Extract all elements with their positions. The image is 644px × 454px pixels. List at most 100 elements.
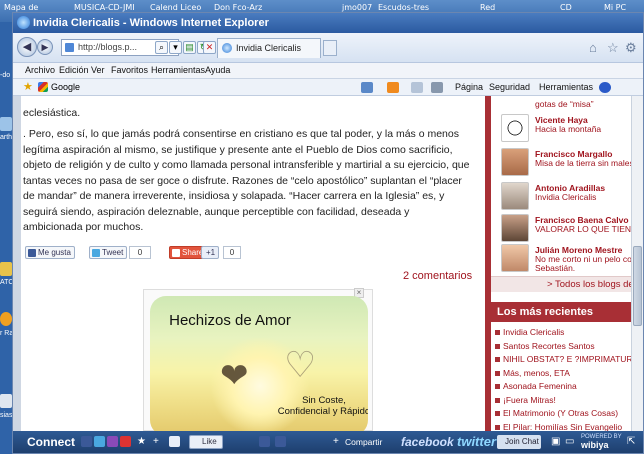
email-icon[interactable] <box>120 436 131 447</box>
window-icon[interactable]: ▭ <box>565 436 574 447</box>
menu-favoritos[interactable]: Favoritos <box>111 65 148 75</box>
add-icon[interactable]: + <box>153 436 159 447</box>
home-icon[interactable] <box>361 82 373 93</box>
blog-item[interactable]: Julián Moreno Mestre No me corto ni un p… <box>501 244 631 278</box>
share-plus-icon[interactable]: + <box>333 436 339 447</box>
compatibility-icon[interactable]: ▤ <box>183 41 196 54</box>
comments-link[interactable]: 2 comentarios <box>403 270 472 282</box>
security-menu[interactable]: Seguridad <box>489 82 530 92</box>
address-bar: ◀ ▶ http://blogs.p... ⌕ ▾ ▤ ↻ ✕ Invidia … <box>13 33 643 63</box>
blog-item[interactable]: Francisco Margallo Misa de la tierra sin… <box>501 148 631 182</box>
google-plus-button[interactable]: +1 <box>201 246 220 259</box>
print-icon[interactable] <box>431 82 443 93</box>
desktop-icon-label[interactable]: arth <box>0 134 12 141</box>
facebook-link[interactable]: facebook <box>401 435 454 449</box>
advertisement[interactable]: × ❤ ♡ Hechizos de Amor Sin Coste, Confid… <box>143 288 373 431</box>
like-button[interactable]: Like <box>189 435 223 449</box>
ad-subtitle: Sin Coste, Confidencial y Rápido <box>277 395 368 417</box>
list-item[interactable]: ¡Fuera Mitras! <box>493 394 631 408</box>
facebook-icon[interactable] <box>275 436 286 447</box>
vertical-scrollbar[interactable] <box>631 96 643 431</box>
stop-icon[interactable]: ✕ <box>203 41 216 54</box>
favorites-star-icon[interactable]: ☆ <box>607 40 619 56</box>
list-item[interactable]: Invidia Clericalis <box>493 326 631 340</box>
desktop-icon-label[interactable]: Red <box>480 3 495 12</box>
tweet-button[interactable]: Tweet <box>89 246 128 259</box>
list-item[interactable]: Santos Recortes Santos <box>493 340 631 354</box>
blog-item[interactable]: Antonio Aradillas Invidia Clericalis <box>501 182 631 216</box>
rss-icon[interactable] <box>387 82 399 93</box>
chat-icon[interactable]: ▣ <box>551 436 560 447</box>
forward-button[interactable]: ▶ <box>37 39 53 55</box>
article-text: eclesiástica. <box>23 107 81 119</box>
bookmark-icon[interactable] <box>169 436 180 447</box>
google-icon <box>38 82 48 92</box>
desktop-icon-label[interactable]: Mapa de <box>4 3 38 12</box>
desktop-icon-label[interactable]: Escudos-tres <box>378 3 429 12</box>
back-button[interactable]: ◀ <box>17 37 37 57</box>
blog-item[interactable]: Vicente Haya Hacia la montaña <box>501 114 631 148</box>
title-bar[interactable]: Invidia Clericalis - Windows Internet Ex… <box>13 13 643 33</box>
desktop-icon-label[interactable]: sias <box>0 412 12 419</box>
list-item[interactable]: Más, menos, ETA <box>493 367 631 381</box>
myspace-icon[interactable] <box>107 436 118 447</box>
facebook-icon[interactable] <box>259 436 270 447</box>
scrollbar-thumb[interactable] <box>633 246 642 326</box>
avatar <box>501 182 529 210</box>
list-item[interactable]: NIHIL OBSTAT? E ?IMPRIMATUR <box>493 353 631 367</box>
blog-post-link[interactable]: Hacia la montaña <box>535 125 601 134</box>
home-icon[interactable]: ⌂ <box>589 40 597 55</box>
all-blogs-link[interactable]: > Todos los blogs de <box>491 276 631 292</box>
wibiya-brand[interactable]: POWERED BY wibiya <box>581 434 622 450</box>
menu-ver[interactable]: Ver <box>91 65 105 75</box>
wibiya-toolbar: Connect ★ + Like + Compartir facebook tw… <box>13 431 643 453</box>
desktop-icon-label[interactable]: CD <box>560 3 572 12</box>
new-tab-button[interactable] <box>323 40 337 56</box>
star-icon[interactable]: ★ <box>137 436 146 447</box>
desktop-icon[interactable] <box>0 394 12 408</box>
blog-post-link[interactable]: Sebastián. <box>535 264 575 273</box>
blog-post-link[interactable]: gotas de “misa” <box>535 100 594 109</box>
favorite-google[interactable]: Google <box>51 82 80 92</box>
gplus-count: 0 <box>223 246 241 259</box>
favorites-star-icon[interactable]: ★ <box>23 80 33 93</box>
desktop-icon[interactable] <box>0 312 12 326</box>
help-icon[interactable] <box>599 82 611 93</box>
desktop-icon[interactable] <box>0 117 12 131</box>
collapse-icon[interactable]: ⇱ <box>627 436 635 447</box>
share-link[interactable]: Compartir <box>345 437 382 447</box>
ie-logo-icon <box>17 16 30 29</box>
desktop-icon-label[interactable]: Calend Liceo <box>150 3 201 12</box>
desktop-icon[interactable] <box>0 262 12 276</box>
desktop-icon-label[interactable]: Mi PC <box>604 3 626 12</box>
desktop-icon-label[interactable]: MUSICA-CD-JMI <box>74 3 135 12</box>
list-item[interactable]: El Matrimonio (Y Otras Cosas) <box>493 407 631 421</box>
menu-ayuda[interactable]: Ayuda <box>205 65 230 75</box>
mail-icon[interactable] <box>411 82 423 93</box>
gear-icon[interactable]: ⚙ <box>625 40 637 56</box>
dropdown-icon[interactable]: ▾ <box>169 41 182 54</box>
list-item[interactable]: El Pilar: Homilías Sin Evangelio <box>493 421 631 431</box>
facebook-icon[interactable] <box>81 436 92 447</box>
blog-post-link[interactable]: Misa de la tierra sin males <box>535 159 631 168</box>
twitter-link[interactable]: twitter <box>457 434 496 449</box>
desktop-icon-label[interactable]: -do <box>0 72 10 79</box>
page-menu[interactable]: Página <box>455 82 483 92</box>
desktop-icon-label[interactable]: Don Fco-Arz <box>214 3 262 12</box>
facebook-like-button[interactable]: Me gusta <box>25 246 75 259</box>
menu-herramientas[interactable]: Herramientas <box>151 65 205 75</box>
ad-image[interactable]: ❤ ♡ Hechizos de Amor Sin Coste, Confiden… <box>150 296 368 431</box>
menu-archivo[interactable]: Archivo <box>25 65 55 75</box>
menu-edicion[interactable]: Edición <box>59 65 89 75</box>
blog-item[interactable]: Francisco Baena Calvo VALORAR LO QUE TIE… <box>501 214 631 248</box>
tools-menu[interactable]: Herramientas <box>539 82 593 92</box>
blog-post-link[interactable]: Invidia Clericalis <box>535 193 596 202</box>
tab-invidia-clericalis[interactable]: Invidia Clericalis <box>217 38 321 58</box>
page-margin <box>13 96 21 431</box>
desktop-icon-label[interactable]: jmo007 <box>342 3 372 12</box>
list-item[interactable]: Asonada Femenina <box>493 380 631 394</box>
twitter-icon[interactable] <box>94 436 105 447</box>
join-chat-button[interactable]: Join Chat <box>497 435 541 449</box>
blog-post-link[interactable]: VALORAR LO QUE TIENES <box>535 225 631 234</box>
search-icon[interactable]: ⌕ <box>155 41 168 54</box>
